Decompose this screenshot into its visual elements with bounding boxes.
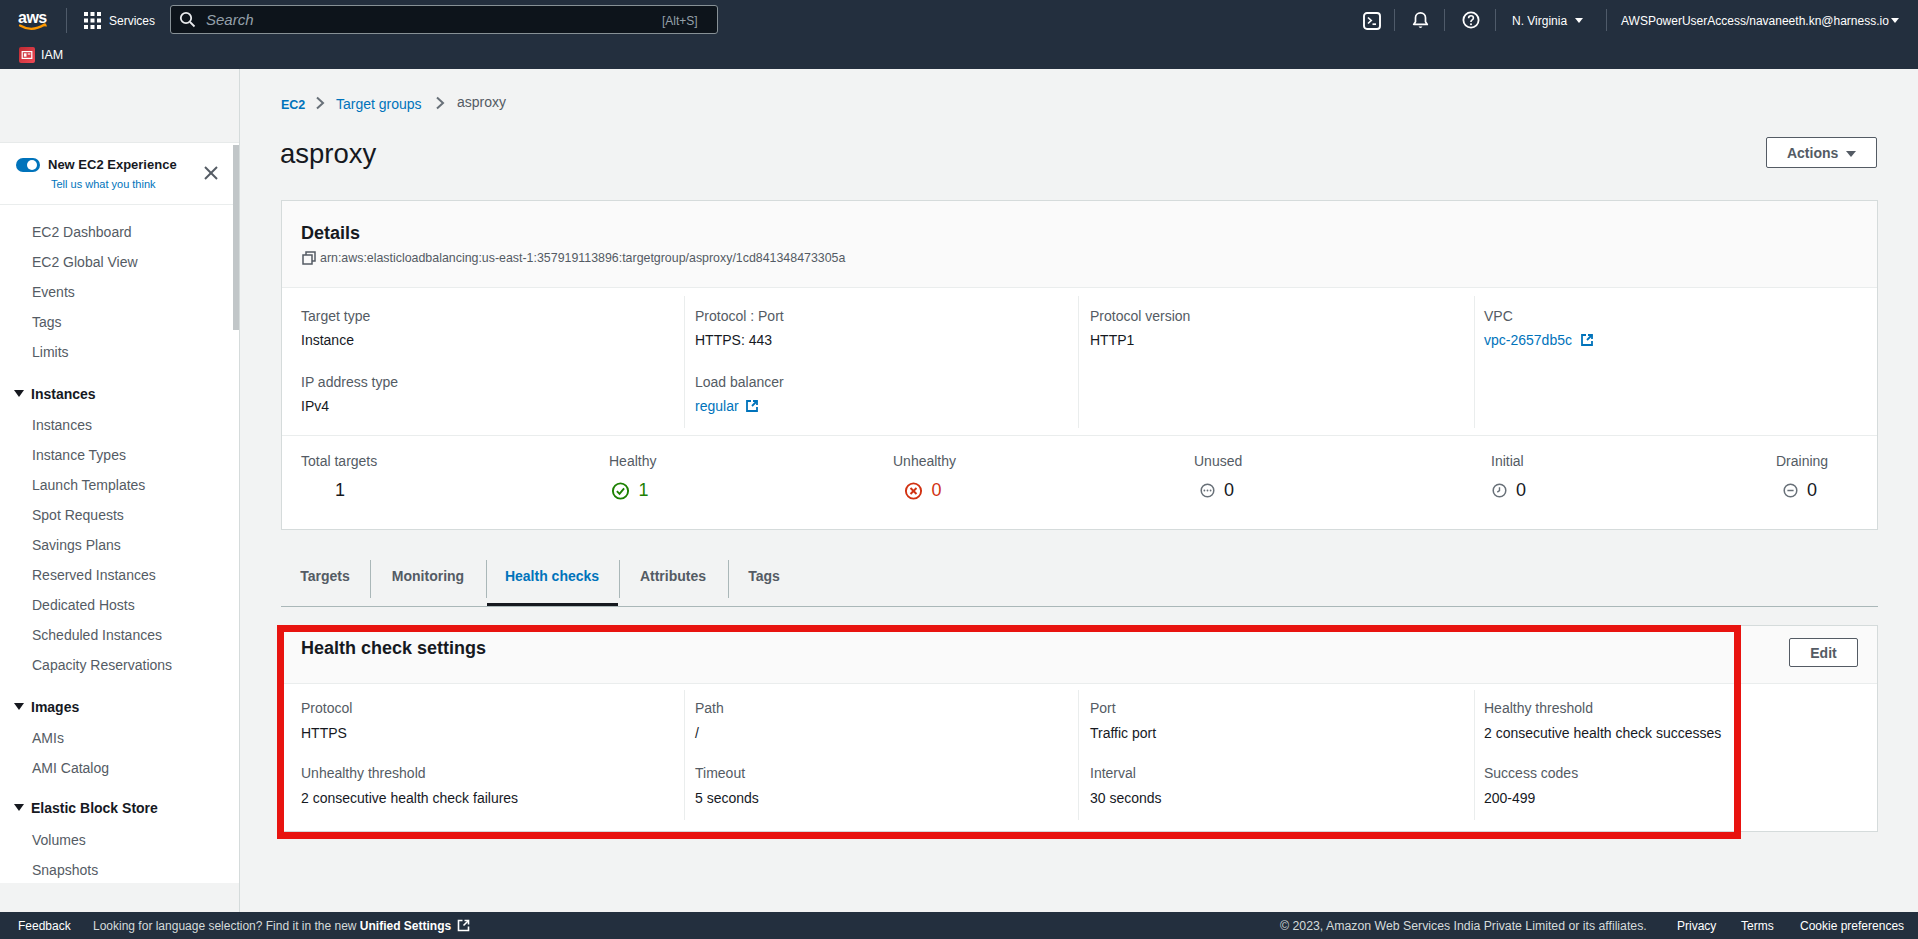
svg-text:aws: aws (18, 9, 47, 26)
